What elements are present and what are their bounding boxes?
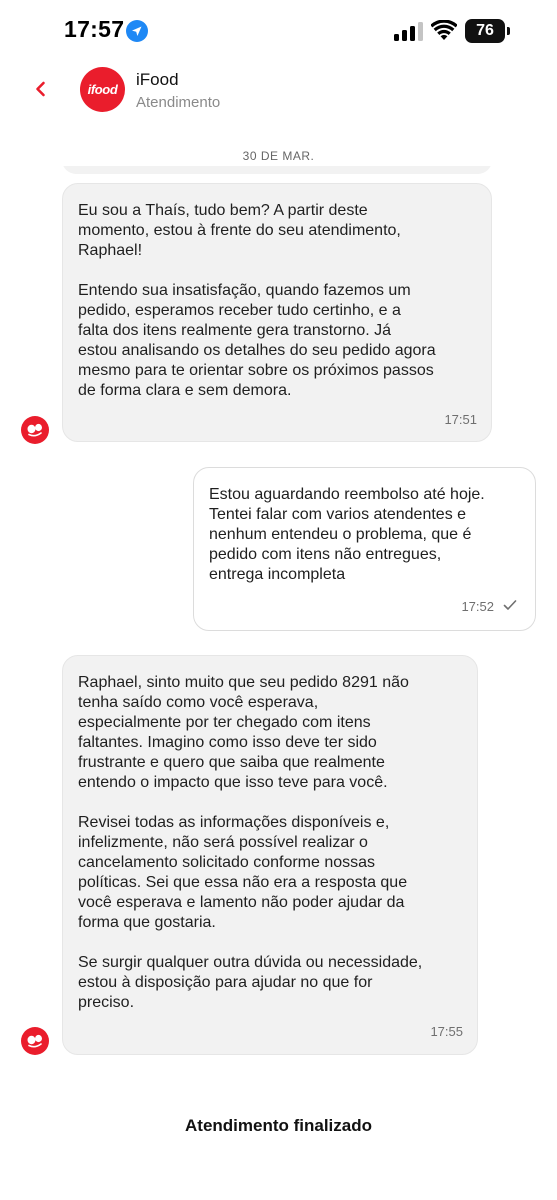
chat-finished-status: Atendimento finalizado xyxy=(185,1116,372,1135)
cellular-signal-icon xyxy=(394,22,423,41)
location-arrow-icon xyxy=(126,20,148,42)
agent-avatar xyxy=(21,1027,49,1055)
message-text: Raphael, sinto muito que seu pedido 8291… xyxy=(78,674,423,1011)
message-time: 17:55 xyxy=(430,1024,463,1039)
agent-avatar xyxy=(21,416,49,444)
wifi-icon xyxy=(431,20,457,40)
ifood-logo: ifood xyxy=(80,67,125,112)
battery-nub xyxy=(507,27,510,35)
chat-subtitle: Atendimento xyxy=(136,94,221,111)
message-text: Eu sou a Thaís, tudo bem? A partir deste… xyxy=(78,202,436,399)
incoming-message-bubble: Eu sou a Thaís, tudo bem? A partir deste… xyxy=(62,183,492,442)
status-bar: 17:57 76 xyxy=(0,0,557,64)
smile-icon xyxy=(27,423,42,437)
checkmark-icon xyxy=(503,600,517,610)
message-text: Estou aguardando reembolso até hoje. Ten… xyxy=(209,486,485,583)
status-time: 17:57 xyxy=(64,16,125,42)
date-separator: 30 DE MAR. xyxy=(242,149,315,163)
message-time: 17:51 xyxy=(444,412,477,427)
message-time: 17:52 xyxy=(461,599,494,614)
chevron-left-icon[interactable] xyxy=(30,78,52,100)
chat-title: iFood xyxy=(136,70,179,89)
logo-text: ifood xyxy=(87,82,118,97)
battery-level: 76 xyxy=(476,22,494,39)
incoming-message-bubble: Raphael, sinto muito que seu pedido 8291… xyxy=(62,655,478,1055)
chat-screen: 17:57 76 ifood iFood Atendimento 30 DE M… xyxy=(0,0,557,1200)
smile-icon xyxy=(27,1034,42,1048)
battery-indicator: 76 xyxy=(465,19,505,43)
outgoing-message-bubble: Estou aguardando reembolso até hoje. Ten… xyxy=(193,467,536,631)
